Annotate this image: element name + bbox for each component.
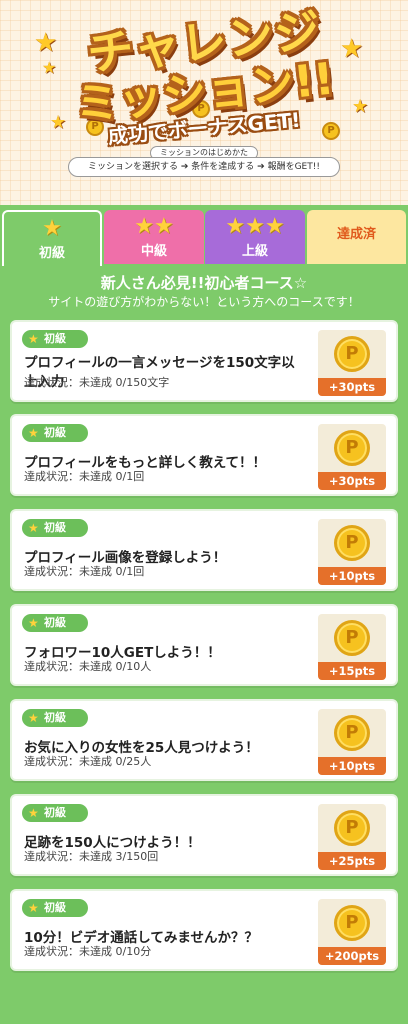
reward-box: P +10pts	[318, 519, 386, 585]
course-description: サイトの遊び方がわからない！という方へのコースです！	[48, 295, 360, 309]
level-badge: ★ 初級	[22, 804, 88, 822]
tab-label: 初級	[38, 246, 65, 261]
mission-card[interactable]: ★ 初級 プロフィール画像を登録しよう！ 達成状況：未達成 0/1回 P +10p…	[10, 509, 398, 591]
star-icon: ★	[28, 901, 39, 915]
tab-advanced[interactable]: ★★★ 上級	[205, 210, 305, 264]
coin-icon: P	[334, 905, 370, 941]
level-badge: ★ 初級	[22, 519, 88, 537]
star-icon: ★	[42, 216, 62, 241]
tab-label: 上級	[241, 244, 268, 259]
star-icon: ★★★	[225, 214, 285, 239]
mission-banner: ★ ★ ★ ★ ★ P P P チャレンジ ミッション!! 成功でボーナスGET…	[0, 0, 408, 205]
mission-card[interactable]: ★ 初級 足跡を150人につけよう！！ 達成状況：未達成 3/150回 P +25…	[10, 794, 398, 876]
mission-card[interactable]: ★ 初級 お気に入りの女性を25人見つけよう！ 達成状況：未達成 0/25人 P …	[10, 699, 398, 781]
mission-card[interactable]: ★ 初級 フォロワー10人GETしよう！！ 達成状況：未達成 0/10人 P +1…	[10, 604, 398, 686]
mission-status: 達成状況：未達成 0/1回	[24, 565, 145, 578]
coin-icon: P	[334, 715, 370, 751]
reward-points: +200pts	[318, 947, 386, 965]
coin-icon: P	[334, 810, 370, 846]
reward-box: P +30pts	[318, 424, 386, 490]
reward-points: +30pts	[318, 378, 386, 396]
star-icon: ★	[28, 806, 39, 820]
coin-icon: P	[334, 336, 370, 372]
reward-box: P +15pts	[318, 614, 386, 680]
tab-completed[interactable]: 達成済	[307, 210, 406, 264]
level-badge: ★ 初級	[22, 709, 88, 727]
tab-intermediate[interactable]: ★★ 中級	[104, 210, 204, 264]
reward-points: +25pts	[318, 852, 386, 870]
star-icon: ★	[28, 711, 39, 725]
coin-icon: P	[334, 525, 370, 561]
level-badge: ★ 初級	[22, 424, 88, 442]
reward-points: +15pts	[318, 662, 386, 680]
level-tabs: ★ 初級 ★★ 中級 ★★★ 上級 達成済	[0, 210, 408, 266]
tab-label: 達成済	[336, 227, 376, 242]
reward-box: P +10pts	[318, 709, 386, 775]
tab-beginner[interactable]: ★ 初級	[2, 210, 102, 266]
level-badge: ★ 初級	[22, 614, 88, 632]
tab-label: 中級	[140, 244, 167, 259]
mission-status: 達成状況：未達成 0/1回	[24, 470, 145, 483]
reward-box: P +30pts	[318, 330, 386, 396]
mission-status: 達成状況：未達成 0/150文字	[24, 376, 170, 389]
star-icon: ★	[28, 616, 39, 630]
reward-box: P +200pts	[318, 899, 386, 965]
mission-status: 達成状況：未達成 0/10人	[24, 660, 152, 673]
mission-card[interactable]: ★ 初級 10分！ビデオ通話してみませんか？？ 達成状況：未達成 0/10分 P …	[10, 889, 398, 971]
mission-status: 達成状況：未達成 0/10分	[24, 945, 152, 958]
coin-icon: P	[334, 620, 370, 656]
mission-card[interactable]: ★ 初級 プロフィールをもっと詳しく教えて！！ 達成状況：未達成 0/1回 P +…	[10, 414, 398, 496]
reward-points: +10pts	[318, 757, 386, 775]
reward-box: P +25pts	[318, 804, 386, 870]
star-icon: ★	[28, 426, 39, 440]
mission-status: 達成状況：未達成 0/25人	[24, 755, 152, 768]
star-icon: ★	[28, 332, 39, 346]
reward-points: +10pts	[318, 567, 386, 585]
level-badge: ★ 初級	[22, 330, 88, 348]
mission-card[interactable]: ★ 初級 プロフィールの一言メッセージを150文字以上入力 達成状況：未達成 0/…	[10, 320, 398, 402]
howto-steps: ミッションを選択する ➔ 条件を達成する ➔ 報酬をGET!!	[68, 157, 340, 177]
star-icon: ★	[28, 521, 39, 535]
level-badge: ★ 初級	[22, 899, 88, 917]
mission-status: 達成状況：未達成 3/150回	[24, 850, 159, 863]
star-icon: ★★	[134, 214, 174, 239]
course-title: 新人さん必見!!初心者コース☆	[100, 274, 308, 292]
coin-icon: P	[334, 430, 370, 466]
reward-points: +30pts	[318, 472, 386, 490]
